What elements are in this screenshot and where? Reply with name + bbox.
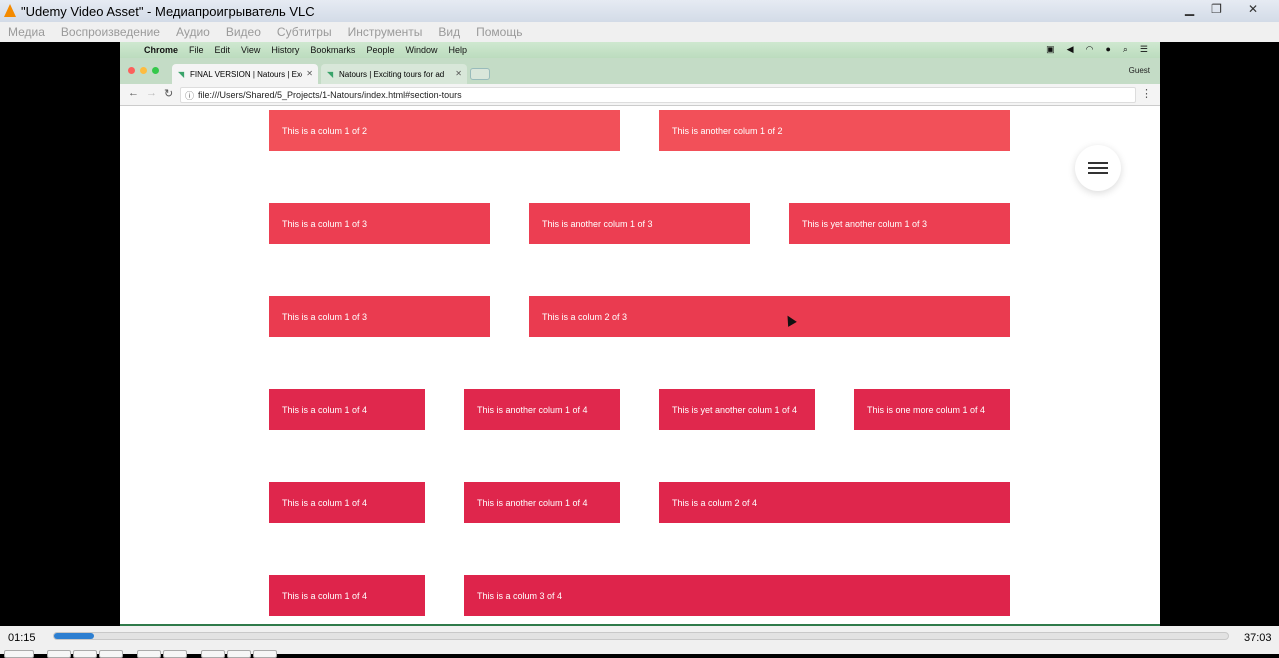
video-area[interactable]: Chrome File Edit View History Bookmarks … — [0, 42, 1279, 626]
minimize-button[interactable]: ▁ — [1177, 0, 1202, 18]
vlc-menubar: Медиа Воспроизведение Аудио Видео Субтит… — [0, 22, 1279, 42]
mac-menu-history: History — [271, 45, 300, 55]
row-6-col-2: This is a colum 3 of 4 — [464, 575, 1010, 616]
menu-media[interactable]: Медиа — [8, 25, 45, 39]
row-5-col-3: This is a colum 2 of 4 — [659, 482, 1010, 523]
tab-title: Natours | Exciting tours for ad — [339, 69, 445, 79]
natours-favicon-icon: ◥ — [327, 70, 334, 79]
row-4-col-2: This is another colum 1 of 4 — [464, 389, 620, 430]
vlc-titlebar: "Udemy Video Asset" - Медиапроигрыватель… — [0, 0, 1279, 22]
back-arrow-icon[interactable]: ← — [128, 87, 139, 99]
row-3-col-1: This is a colum 1 of 3 — [269, 296, 490, 337]
mac-menu-people: People — [366, 45, 395, 55]
chrome-toolbar: ← → ↻ ⓘ file:///Users/Shared/5_Projects/… — [120, 84, 1160, 106]
mac-menubar: Chrome File Edit View History Bookmarks … — [120, 42, 1160, 58]
row-2-col-3: This is yet another colum 1 of 3 — [789, 203, 1010, 244]
volume-icon: ◀ — [1066, 44, 1074, 54]
mac-menu-bookmarks: Bookmarks — [310, 45, 356, 55]
close-button[interactable]: ✕ — [1231, 0, 1275, 18]
row-1-col-1: This is a colum 1 of 2 — [269, 110, 620, 151]
forward-arrow-icon[interactable]: → — [146, 87, 157, 99]
menu-tools[interactable]: Инструменты — [348, 25, 423, 39]
tab-natours[interactable]: ◥ Natours | Exciting tours for ad ✕ — [321, 64, 467, 84]
restore-button[interactable]: ❐ — [1204, 0, 1229, 18]
menu-subtitles[interactable]: Субтитры — [277, 25, 332, 39]
total-time[interactable]: 37:03 — [1244, 632, 1272, 644]
address-bar[interactable]: ⓘ file:///Users/Shared/5_Projects/1-Nato… — [180, 87, 1136, 103]
next-button[interactable] — [99, 650, 123, 658]
play-button[interactable] — [4, 650, 34, 658]
recorded-screen: Chrome File Edit View History Bookmarks … — [120, 42, 1160, 626]
tab-title: FINAL VERSION | Natours | Exc — [190, 69, 302, 79]
row-3-col-2: This is a colum 2 of 3 — [529, 296, 1010, 337]
traffic-lights — [128, 67, 159, 74]
extended-settings-button[interactable] — [163, 650, 187, 658]
chrome-menu-icon[interactable]: ⋮ — [1141, 87, 1152, 100]
menu-playback[interactable]: Воспроизведение — [61, 25, 160, 39]
chrome-tabstrip: ◥ FINAL VERSION | Natours | Exc ✕ ◥ Nato… — [120, 58, 1160, 84]
mac-menu-file: File — [189, 45, 204, 55]
tab-final-version[interactable]: ◥ FINAL VERSION | Natours | Exc ✕ — [172, 64, 318, 84]
vlc-cone-icon — [3, 4, 17, 18]
url-text: file:///Users/Shared/5_Projects/1-Natour… — [198, 90, 462, 100]
info-icon[interactable]: ⓘ — [185, 89, 194, 102]
hamburger-line-icon — [1088, 162, 1108, 164]
new-tab-button[interactable] — [470, 68, 490, 80]
tab-close-icon[interactable]: ✕ — [455, 69, 462, 78]
row-4-col-4: This is one more colum 1 of 4 — [854, 389, 1010, 430]
row-2-col-2: This is another colum 1 of 3 — [529, 203, 750, 244]
mac-menu-chrome: Chrome — [144, 45, 179, 55]
menu-audio[interactable]: Аудио — [176, 25, 210, 39]
menu-video[interactable]: Видео — [226, 25, 261, 39]
seek-bar[interactable] — [53, 632, 1229, 640]
row-5-col-2: This is another colum 1 of 4 — [464, 482, 620, 523]
row-6-col-1: This is a colum 1 of 4 — [269, 575, 425, 616]
mac-status-icons: ▣ ◀ ◠ ● ⌕ ☰ — [1046, 44, 1148, 55]
close-dot-icon[interactable] — [128, 67, 135, 74]
row-4-col-3: This is yet another colum 1 of 4 — [659, 389, 815, 430]
reload-icon[interactable]: ↻ — [164, 87, 173, 100]
web-page: This is a colum 1 of 2 This is another c… — [120, 107, 1160, 626]
row-5-col-1: This is a colum 1 of 4 — [269, 482, 425, 523]
mac-menu-edit: Edit — [214, 45, 231, 55]
user-icon: ● — [1105, 44, 1111, 54]
fullscreen-button[interactable] — [137, 650, 161, 658]
loop-button[interactable] — [227, 650, 251, 658]
camera-icon: ▣ — [1046, 44, 1055, 54]
menu-view[interactable]: Вид — [438, 25, 460, 39]
mac-menu-help: Help — [448, 45, 467, 55]
menu-help[interactable]: Помощь — [476, 25, 522, 39]
natours-favicon-icon: ◥ — [178, 70, 185, 79]
vlc-controls: 01:15 37:03 — [0, 626, 1279, 658]
row-2-col-1: This is a colum 1 of 3 — [269, 203, 490, 244]
notification-list-icon: ☰ — [1139, 44, 1148, 54]
hamburger-line-icon — [1088, 167, 1108, 169]
guest-profile[interactable]: Guest — [1129, 66, 1150, 75]
seek-progress — [54, 633, 94, 639]
navigation-menu-button[interactable] — [1075, 145, 1121, 191]
spotlight-icon: ⌕ — [1122, 44, 1128, 54]
tab-close-icon[interactable]: ✕ — [306, 69, 313, 78]
playlist-button[interactable] — [201, 650, 225, 658]
elapsed-time: 01:15 — [8, 632, 36, 644]
mac-menu-view: View — [241, 45, 261, 55]
hamburger-line-icon — [1088, 172, 1108, 174]
minimize-dot-icon[interactable] — [140, 67, 147, 74]
window-title: "Udemy Video Asset" - Медиапроигрыватель… — [21, 3, 315, 19]
wifi-icon: ◠ — [1085, 44, 1094, 54]
window-controls: ▁ ❐ ✕ — [1177, 0, 1275, 18]
stop-button[interactable] — [73, 650, 97, 658]
shuffle-button[interactable] — [253, 650, 277, 658]
previous-button[interactable] — [47, 650, 71, 658]
zoom-dot-icon[interactable] — [152, 67, 159, 74]
mac-menu-window: Window — [405, 45, 438, 55]
row-4-col-1: This is a colum 1 of 4 — [269, 389, 425, 430]
row-1-col-2: This is another colum 1 of 2 — [659, 110, 1010, 151]
